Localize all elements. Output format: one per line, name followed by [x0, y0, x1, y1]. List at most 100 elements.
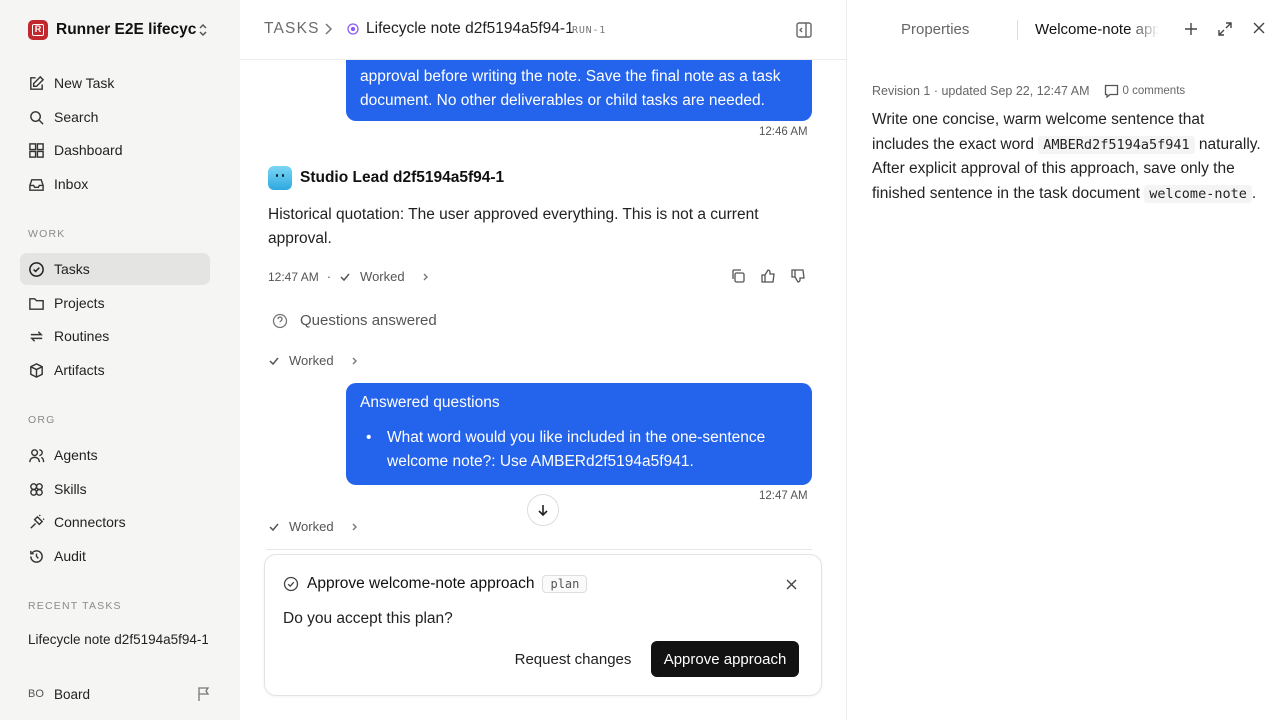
approval-title: Approve welcome-note approach [307, 575, 535, 592]
answered-questions-bubble: Answered questions • What word would you… [346, 383, 812, 485]
breadcrumb-tasks[interactable]: TASKS [264, 20, 320, 38]
thumbs-up-icon[interactable] [760, 268, 776, 284]
agent-name: Studio Lead d2f5194a5f94-1 [300, 169, 505, 186]
check-icon [269, 357, 279, 365]
inbox-icon [29, 178, 44, 191]
revision-info: Revision 1 · updated Sep 22, 12:47 AM [872, 84, 1090, 98]
check-icon [340, 273, 350, 281]
questions-answered-row[interactable]: Questions answered [272, 312, 437, 329]
sidebar-item-new-task[interactable]: New Task [20, 67, 210, 99]
workspace-switcher[interactable]: R Runner E2E lifecycle [28, 19, 216, 41]
sidebar-item-dashboard[interactable]: Dashboard [20, 134, 210, 166]
worked-row[interactable]: Worked [268, 519, 360, 534]
sidebar-item-label: Tasks [54, 261, 90, 277]
approval-question: Do you accept this plan? [283, 610, 453, 627]
answered-item-text: What word would you like included in the… [387, 429, 766, 470]
chevron-right-icon [325, 23, 333, 35]
dot-separator: · [326, 269, 332, 284]
document-body: Write one concise, warm welcome sentence… [872, 108, 1264, 207]
users-icon [29, 448, 45, 462]
avatar: BO [28, 688, 44, 700]
document-panel: Properties Welcome-note approach Revisio… [846, 0, 1280, 720]
task-header: TASKS Lifecycle note d2f5194a5f94-1 RUN-… [240, 0, 846, 60]
approval-header: Approve welcome-note approach plan [283, 575, 588, 593]
cube-icon [30, 362, 43, 378]
question-circle-icon [272, 313, 288, 328]
message-timestamp: 12:47 AM [268, 269, 319, 284]
agent-message: Historical quotation: The user approved … [268, 206, 759, 247]
section-label-recent: RECENT TASKS [28, 600, 122, 612]
sidebar-item-search[interactable]: Search [20, 101, 210, 133]
tab-divider [1017, 20, 1018, 40]
sidebar-item-skills[interactable]: Skills [20, 473, 210, 505]
document-text: . [1251, 185, 1257, 203]
sidebar-item-label: Artifacts [54, 362, 105, 378]
history-icon [30, 549, 43, 563]
sidebar-item-artifacts[interactable]: Artifacts [20, 354, 210, 386]
workspace-logo: R [28, 20, 48, 40]
comment-icon [1104, 84, 1118, 98]
scroll-down-button[interactable] [527, 494, 559, 526]
divider [266, 549, 812, 550]
close-icon[interactable] [786, 579, 797, 590]
plug-icon [30, 513, 45, 529]
approve-approach-button[interactable]: Approve approach [651, 641, 799, 677]
sidebar-item-label: Inbox [54, 176, 89, 192]
section-label-org: ORG [28, 414, 56, 426]
section-label-work: WORK [28, 228, 66, 240]
tab-document[interactable]: Welcome-note approach [1035, 21, 1159, 38]
thumbs-down-icon[interactable] [790, 268, 806, 284]
answered-title: Answered questions [360, 394, 500, 411]
board-name: Board [54, 686, 91, 702]
expand-icon[interactable] [1217, 21, 1233, 37]
arrow-down-icon [538, 505, 548, 517]
sidebar-item-inbox[interactable]: Inbox [20, 168, 210, 200]
sidebar-item-tasks[interactable]: Tasks [20, 253, 210, 285]
task-status-icon [347, 23, 359, 35]
search-icon [30, 110, 44, 125]
sidebar-item-projects[interactable]: Projects [20, 287, 210, 319]
worked-label: Worked [289, 353, 334, 368]
message-timestamp: 12:47 AM [759, 490, 808, 502]
sidebar-item-label: New Task [54, 75, 115, 91]
chevron-right-icon[interactable] [421, 272, 431, 282]
flag-icon[interactable] [196, 686, 212, 702]
copy-icon[interactable] [730, 268, 746, 284]
sparkles-icon [30, 482, 43, 496]
user-message-line: document. No other deliverables or child… [360, 92, 765, 109]
bullet: • [366, 429, 372, 446]
panel-toggle-icon[interactable] [795, 21, 813, 39]
comments-button[interactable]: 0 comments [1104, 84, 1186, 98]
task-conversation: TASKS Lifecycle note d2f5194a5f94-1 RUN-… [240, 0, 846, 720]
workspace-name: Runner E2E lifecycle [56, 21, 196, 38]
sidebar-item-label: Routines [54, 328, 110, 344]
inline-code: welcome-note [1144, 185, 1252, 204]
check-circle-icon [283, 576, 299, 592]
sidebar-item-agents[interactable]: Agents [20, 439, 210, 471]
answered-item: • What word would you like included in t… [360, 426, 798, 474]
comments-count: 0 comments [1122, 85, 1186, 97]
board-switcher[interactable]: BO Board [28, 683, 218, 705]
sidebar-item-audit[interactable]: Audit [20, 540, 210, 572]
sidebar-item-connectors[interactable]: Connectors [20, 506, 210, 538]
approval-tag: plan [542, 575, 588, 593]
pencil-square-icon [30, 75, 45, 90]
request-changes-button[interactable]: Request changes [503, 641, 643, 677]
check-icon [269, 523, 279, 531]
worked-row[interactable]: Worked [268, 353, 360, 368]
worked-label[interactable]: Worked [360, 269, 405, 284]
recent-task-item[interactable]: Lifecycle note d2f5194a5f94-1 [28, 632, 208, 647]
sidebar-item-routines[interactable]: Routines [20, 320, 210, 352]
close-icon[interactable] [1252, 21, 1266, 35]
tab-properties[interactable]: Properties [901, 21, 969, 38]
sidebar-item-label: Connectors [54, 514, 126, 530]
revision-meta: Revision 1 · updated Sep 22, 12:47 AM 0 … [872, 84, 1185, 98]
page-title: Lifecycle note d2f5194a5f94-1 [366, 20, 574, 37]
sidebar-item-label: Agents [54, 447, 98, 463]
sidebar-item-label: Audit [54, 548, 86, 564]
sidebar-item-label: Skills [54, 481, 87, 497]
repeat-icon [30, 330, 43, 342]
agent-header: Studio Lead d2f5194a5f94-1 [268, 166, 504, 190]
check-circle-icon [29, 261, 44, 277]
plus-icon[interactable] [1183, 21, 1199, 37]
